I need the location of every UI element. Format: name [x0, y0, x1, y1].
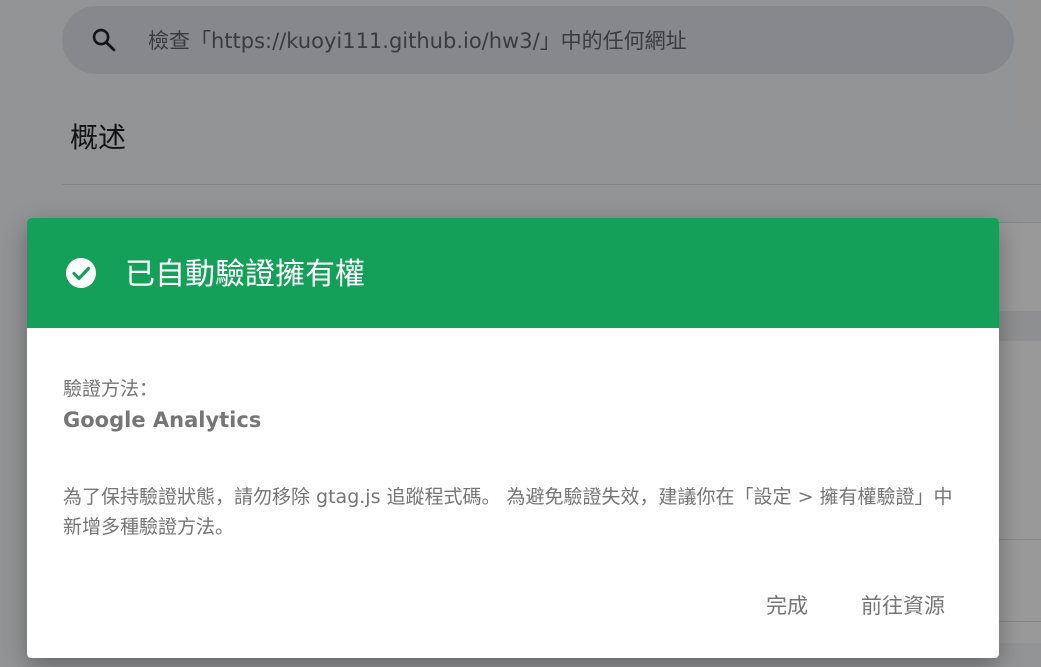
go-to-property-button[interactable]: 前往資源	[861, 588, 945, 624]
dialog-header: 已自動驗證擁有權	[27, 218, 999, 328]
ownership-verified-dialog: 已自動驗證擁有權 驗證方法： Google Analytics 為了保持驗證狀態…	[27, 218, 999, 658]
verification-method-label: 驗證方法：	[63, 378, 159, 400]
dialog-body-text: 為了保持驗證狀態，請勿移除 gtag.js 追蹤程式碼。 為避免驗證失效，建議你…	[63, 486, 953, 538]
verification-method-value: Google Analytics	[63, 408, 262, 432]
done-button[interactable]: 完成	[766, 588, 808, 624]
dialog-title: 已自動驗證擁有權	[125, 257, 365, 292]
check-circle-icon	[66, 258, 96, 288]
